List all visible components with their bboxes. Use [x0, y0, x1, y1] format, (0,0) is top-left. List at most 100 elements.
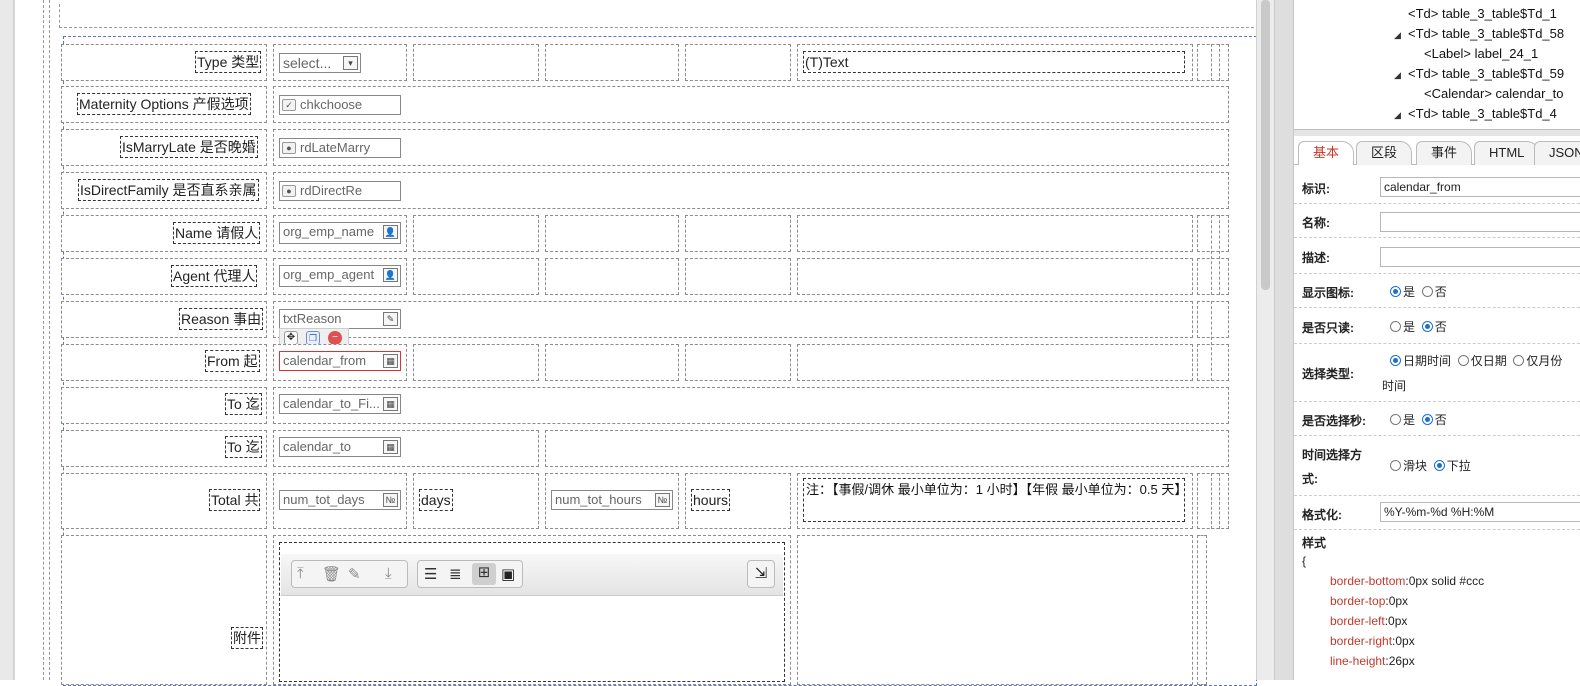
seltype-datetime-radio[interactable] [1390, 355, 1401, 366]
empty-cell[interactable] [413, 44, 539, 81]
expand-triangle-icon[interactable]: ◢ [1394, 105, 1408, 125]
empty-cell[interactable] [413, 344, 539, 381]
org-emp-agent-field[interactable]: org_emp_agent 👤 [279, 265, 401, 287]
tree-node[interactable]: <Calendar> calendar_to [1424, 84, 1564, 104]
description-input[interactable] [1380, 247, 1580, 267]
type-text-field[interactable]: (T)Text [803, 51, 1185, 73]
calendar-to-field[interactable]: calendar_to ▦ [279, 437, 401, 457]
attachment-label[interactable]: 附件 [231, 627, 263, 649]
upload-icon[interactable]: ⤒ [297, 565, 304, 582]
control-cell[interactable] [273, 172, 1229, 209]
seltype-month-radio[interactable] [1513, 355, 1525, 366]
name-label[interactable]: Name 请假人 [173, 222, 261, 244]
selsec-yes-radio[interactable] [1390, 414, 1401, 425]
timemode-slider-radio[interactable] [1390, 460, 1401, 471]
hours-label[interactable]: hours [691, 489, 731, 511]
empty-cell[interactable] [545, 344, 679, 381]
maternity-label[interactable]: Maternity Options 产假选项 [77, 93, 251, 115]
empty-cell[interactable] [685, 258, 791, 295]
expand-triangle-icon[interactable]: ◢ [1394, 65, 1408, 85]
empty-cell[interactable] [797, 258, 1193, 295]
readonly-no-radio[interactable] [1421, 321, 1433, 332]
grid-icon[interactable]: ⊞ [472, 563, 496, 585]
empty-cell[interactable] [797, 344, 1193, 381]
control-cell[interactable] [273, 86, 1229, 123]
empty-cell[interactable] [413, 258, 539, 295]
id-input[interactable]: calendar_from [1380, 177, 1580, 197]
control-cell[interactable] [273, 129, 1229, 166]
tree-horizontal-scrollbar[interactable] [1294, 130, 1580, 136]
from-label[interactable]: From 起 [205, 350, 260, 372]
num-tot-hours-field[interactable]: num_tot_hours № [551, 490, 673, 510]
showicon-yes-radio[interactable] [1390, 286, 1401, 297]
tab-html[interactable]: HTML [1474, 141, 1540, 165]
tree-node[interactable]: ◢ <Td> table_3_table$Td_58 [1394, 24, 1564, 44]
empty-cell[interactable] [797, 215, 1193, 252]
trash-icon[interactable]: 🗑 [322, 565, 341, 583]
empty-cell[interactable] [685, 344, 791, 381]
reason-label[interactable]: Reason 事由 [179, 308, 264, 330]
empty-cell[interactable] [545, 215, 679, 252]
tab-events[interactable]: 事件 [1416, 141, 1473, 165]
calendar-from-field[interactable]: calendar_from ▦ [279, 351, 401, 371]
control-cell[interactable] [273, 301, 1193, 338]
empty-cell[interactable] [545, 44, 679, 81]
tab-section[interactable]: 区段 [1356, 141, 1413, 165]
list-icon[interactable]: ☰ [424, 565, 437, 583]
seltype-date-radio[interactable] [1457, 355, 1469, 366]
num-tot-days-field[interactable]: num_tot_days № [279, 490, 401, 510]
note-label[interactable]: 注：【事假/调休 最小单位为：1 小时】【年假 最小单位为：0.5 天】 [803, 478, 1187, 522]
edit-icon[interactable]: ✎ [348, 565, 361, 583]
calendar-to-first-field[interactable]: calendar_to_Fi... ▦ [279, 394, 401, 414]
calendar-icon[interactable]: ▦ [383, 440, 398, 454]
empty-cell[interactable] [413, 215, 539, 252]
delete-icon[interactable]: − [328, 331, 342, 345]
empty-cell[interactable] [797, 535, 1193, 685]
tree-node[interactable]: <Label> label_24_1 [1424, 44, 1538, 64]
to-label[interactable]: To 迄 [225, 436, 262, 458]
tab-basic[interactable]: 基本 [1298, 141, 1355, 165]
rddirectre-radio[interactable]: ● rdDirectRe [279, 181, 401, 201]
copy-icon[interactable]: ❐ [306, 331, 320, 345]
rdlatemarry-radio[interactable]: ● rdLateMarry [279, 138, 401, 158]
org-emp-name-field[interactable]: org_emp_name 👤 [279, 222, 401, 244]
tab-json[interactable]: JSON [1534, 141, 1580, 165]
calendar-icon[interactable]: ▦ [383, 397, 398, 411]
form-designer-canvas[interactable]: Type 类型 select... ▾ (T)Text Maternity Opt… [14, 0, 1269, 686]
name-input[interactable] [1380, 212, 1580, 232]
image-icon[interactable]: ▣ [501, 565, 515, 583]
download-icon[interactable]: ⤓ [385, 565, 392, 582]
type-label[interactable]: Type 类型 [195, 51, 262, 73]
label-cell[interactable] [61, 535, 267, 685]
user-picker-icon[interactable]: 👤 [383, 225, 398, 239]
ordered-list-icon[interactable]: ≣ [449, 565, 462, 583]
total-label[interactable]: Total 共 [209, 489, 261, 511]
empty-cell[interactable] [545, 258, 679, 295]
user-picker-icon[interactable]: 👤 [383, 268, 398, 282]
empty-cell[interactable] [545, 430, 1229, 467]
showicon-no-radio[interactable] [1421, 286, 1433, 297]
family-label[interactable]: IsDirectFamily 是否直系亲属 [78, 179, 259, 201]
marry-label[interactable]: IsMarryLate 是否晚婚 [120, 136, 258, 158]
tree-node[interactable]: <Td> table_3_table$Td_1 [1394, 4, 1557, 24]
calendar-icon[interactable]: ▦ [383, 354, 398, 368]
days-label[interactable]: days [419, 489, 453, 511]
attachment-uploader[interactable]: ⤒ 🗑 ✎ ⤓ ☰ ≣ ⊞ ▣ ⇲ [279, 542, 785, 682]
panel-splitter[interactable] [1274, 0, 1294, 680]
readonly-yes-radio[interactable] [1390, 321, 1401, 332]
empty-cell[interactable] [685, 44, 791, 81]
move-icon[interactable]: ✥ [284, 331, 298, 345]
style-editor[interactable]: 样式 { border-bottom:0px solid #ccc border… [1294, 530, 1580, 680]
empty-cell[interactable] [685, 215, 791, 252]
expand-triangle-icon[interactable]: ◢ [1394, 25, 1408, 45]
collapse-icon[interactable]: ⇲ [747, 560, 775, 588]
chkchoose-checkbox[interactable]: ✓ chkchoose [279, 95, 401, 115]
scrollbar-thumb[interactable] [1261, 0, 1270, 290]
tree-node[interactable]: ◢ <Td> table_3_table$Td_59 [1394, 64, 1564, 84]
type-select[interactable]: select... ▾ [279, 53, 361, 73]
agent-label[interactable]: Agent 代理人 [171, 265, 258, 287]
control-cell[interactable] [273, 387, 1229, 424]
tree-node[interactable]: ◢ <Td> table_3_table$Td_4 [1394, 104, 1557, 124]
timemode-dropdown-radio[interactable] [1433, 460, 1445, 471]
txtreason-field[interactable]: txtReason ✎ [279, 309, 401, 329]
